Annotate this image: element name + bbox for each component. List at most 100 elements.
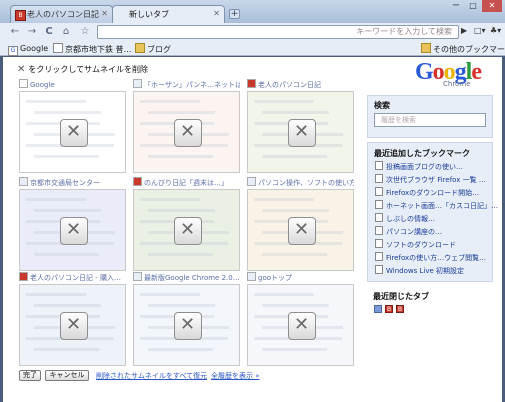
recent-bookmark-item[interactable]: ソフトのダウンロード xyxy=(375,239,456,249)
minimize-button[interactable]: ー xyxy=(448,0,464,12)
page-icon xyxy=(375,174,383,183)
close-icon[interactable]: ✕ xyxy=(213,9,220,18)
recent-bookmark-label: ソフトのダウンロード xyxy=(386,241,456,249)
thumbnail-title[interactable]: パソコン操作、ソフトの使い方… xyxy=(247,177,354,187)
thumbnail-title[interactable]: gooトップ xyxy=(247,272,354,282)
bookmark-folder-blog[interactable]: ブログ xyxy=(135,43,171,54)
thumbnail[interactable]: ✕ xyxy=(19,284,126,366)
page-icon xyxy=(19,177,28,186)
blog-icon xyxy=(247,79,256,88)
thumbnail-title-text: 老人のパソコン日記 - 購入… xyxy=(30,274,121,282)
thumbnail[interactable]: ✕ xyxy=(19,91,126,173)
closed-window-icon[interactable] xyxy=(374,305,382,313)
logo-letter: G xyxy=(415,59,434,85)
remove-thumbnail-button[interactable]: ✕ xyxy=(59,119,88,147)
reload-button[interactable]: C xyxy=(42,25,56,39)
tools-menu-button[interactable]: ♣▾ xyxy=(490,26,501,35)
search-heading: 検索 xyxy=(374,101,390,110)
thumbnail[interactable]: ✕ xyxy=(133,91,240,173)
remove-thumbnail-hint: ✕ をクリックしてサムネイルを削除 xyxy=(17,64,148,75)
remove-thumbnail-button[interactable]: ✕ xyxy=(287,312,316,340)
logo-letter: e xyxy=(471,59,482,85)
recent-bookmark-item[interactable]: 次世代ブラウザ Firefox 一覧 … xyxy=(375,174,486,184)
thumbnail-title[interactable]: のんびり日記「週末は…」 xyxy=(133,177,240,187)
page-icon xyxy=(247,177,256,186)
recent-bookmark-item[interactable]: ホーネット画面…「カスコ日記」… xyxy=(375,200,498,210)
recent-bookmark-label: Firefoxのダウンロード開始… xyxy=(386,189,480,197)
thumbnail-title[interactable]: 老人のパソコン日記 - 購入… xyxy=(19,272,126,282)
star-icon[interactable]: ☆ xyxy=(78,25,92,39)
thumbnail[interactable]: ✕ xyxy=(247,189,354,271)
omnibox[interactable]: キーワードを入力して検索 xyxy=(97,25,459,39)
thumbnail-title[interactable]: 京都市交通局センター xyxy=(19,177,126,187)
blog-icon xyxy=(19,272,28,281)
cancel-button[interactable]: キャンセル xyxy=(45,370,89,381)
remove-thumbnail-button[interactable]: ✕ xyxy=(287,217,316,245)
recent-bookmark-item[interactable]: 投稿画面ブログの使い… xyxy=(375,161,463,171)
recent-bookmark-item[interactable]: パソコン講座の… xyxy=(375,226,442,236)
thumbnail[interactable]: ✕ xyxy=(133,189,240,271)
tab-title: 老人のパソコン日記 xyxy=(27,10,99,19)
other-bookmarks[interactable]: その他のブックマーク xyxy=(421,43,505,54)
page-icon xyxy=(375,252,383,261)
closed-blog-tab-icon[interactable]: B xyxy=(396,305,404,313)
remove-thumbnail-button[interactable]: ✕ xyxy=(173,312,202,340)
thumbnail-title[interactable]: 最新版Google Chrome 2.0… xyxy=(133,272,240,282)
page-icon xyxy=(133,272,142,281)
page-icon xyxy=(247,272,256,281)
maximize-button[interactable]: □ xyxy=(465,0,481,12)
bookmark-label: その他のブックマーク xyxy=(433,45,505,54)
page-menu-button[interactable]: □▾ xyxy=(474,26,486,35)
thumbnail-title[interactable]: 老人のパソコン日記 xyxy=(247,79,354,89)
new-tab-button[interactable]: + xyxy=(229,9,240,19)
thumbnail-title[interactable]: 「ホーザン」パンネ…ネットは店… xyxy=(133,79,240,89)
folder-icon xyxy=(135,43,145,53)
new-tab-page: ✕ をクリックしてサムネイルを削除 Google Chrome Google ✕ 「ホ… xyxy=(3,57,502,402)
recent-bookmark-label: しぶしの情報… xyxy=(386,215,435,223)
restore-thumbnails-link[interactable]: 削除されたサムネイルをすべて復元 xyxy=(96,371,207,381)
recent-bookmark-item[interactable]: Firefoxの使い方…ウェブ閲覧… xyxy=(375,252,486,262)
thumbnail-title-text: 最新版Google Chrome 2.0… xyxy=(144,274,240,282)
bookmark-label: Google xyxy=(20,44,49,53)
recent-bookmark-label: 次世代ブラウザ Firefox 一覧 … xyxy=(386,176,486,184)
done-button[interactable]: 完了 xyxy=(19,370,41,381)
thumbnail[interactable]: ✕ xyxy=(19,189,126,271)
close-icon[interactable]: ✕ xyxy=(101,9,108,18)
remove-thumbnail-button[interactable]: ✕ xyxy=(59,217,88,245)
bookmarks-bar: G Google 京都市地下鉄 普… ブログ その他のブックマーク xyxy=(0,41,505,56)
bookmark-label: 京都市地下鉄 普… xyxy=(65,45,132,54)
recent-bookmark-item[interactable]: Firefoxのダウンロード開始… xyxy=(375,187,479,197)
thumbnail[interactable]: ✕ xyxy=(247,284,354,366)
google-icon xyxy=(19,79,28,88)
recent-bookmark-item[interactable]: Windows Live 初期設定 xyxy=(375,265,464,275)
forward-button[interactable]: → xyxy=(25,25,39,39)
tab-blog[interactable]: B 老人のパソコン日記 ✕ xyxy=(10,5,113,23)
closed-blog-tab-icon[interactable]: B xyxy=(385,305,393,313)
tab-new-tab[interactable]: 新しいタブ ✕ xyxy=(112,5,225,23)
remove-thumbnail-button[interactable]: ✕ xyxy=(173,119,202,147)
remove-thumbnail-button[interactable]: ✕ xyxy=(287,119,316,147)
close-icon: ✕ xyxy=(17,64,26,75)
hint-text: をクリックしてサムネイルを削除 xyxy=(28,65,148,74)
remove-thumbnail-button[interactable]: ✕ xyxy=(173,217,202,245)
page-icon xyxy=(133,79,142,88)
bookmark-google[interactable]: G Google xyxy=(8,43,49,56)
thumbnail[interactable]: ✕ xyxy=(247,91,354,173)
thumbnail-title-text: gooトップ xyxy=(258,274,293,282)
page-icon xyxy=(375,187,383,196)
thumbnail-title[interactable]: Google xyxy=(19,79,126,89)
thumbnail[interactable]: ✕ xyxy=(133,284,240,366)
remove-thumbnail-button[interactable]: ✕ xyxy=(59,312,88,340)
history-search-input[interactable]: 履歴を検索 xyxy=(374,113,486,127)
tab-strip: B 老人のパソコン日記 ✕ 新しいタブ ✕ + ー □ ✕ xyxy=(0,0,505,23)
close-window-button[interactable]: ✕ xyxy=(482,0,502,12)
go-button[interactable]: ▶ xyxy=(461,26,469,38)
recent-bookmark-item[interactable]: しぶしの情報… xyxy=(375,213,435,223)
window-controls: ー □ ✕ xyxy=(447,0,502,12)
recently-closed-heading: 最近閉じたタブ xyxy=(373,292,429,301)
bookmark-subway[interactable]: 京都市地下鉄 普… xyxy=(53,43,132,54)
show-full-history-link[interactable]: 全履歴を表示 » xyxy=(211,371,260,381)
home-button[interactable]: ⌂ xyxy=(59,25,73,39)
page-icon xyxy=(375,161,383,170)
back-button[interactable]: ← xyxy=(8,25,22,39)
